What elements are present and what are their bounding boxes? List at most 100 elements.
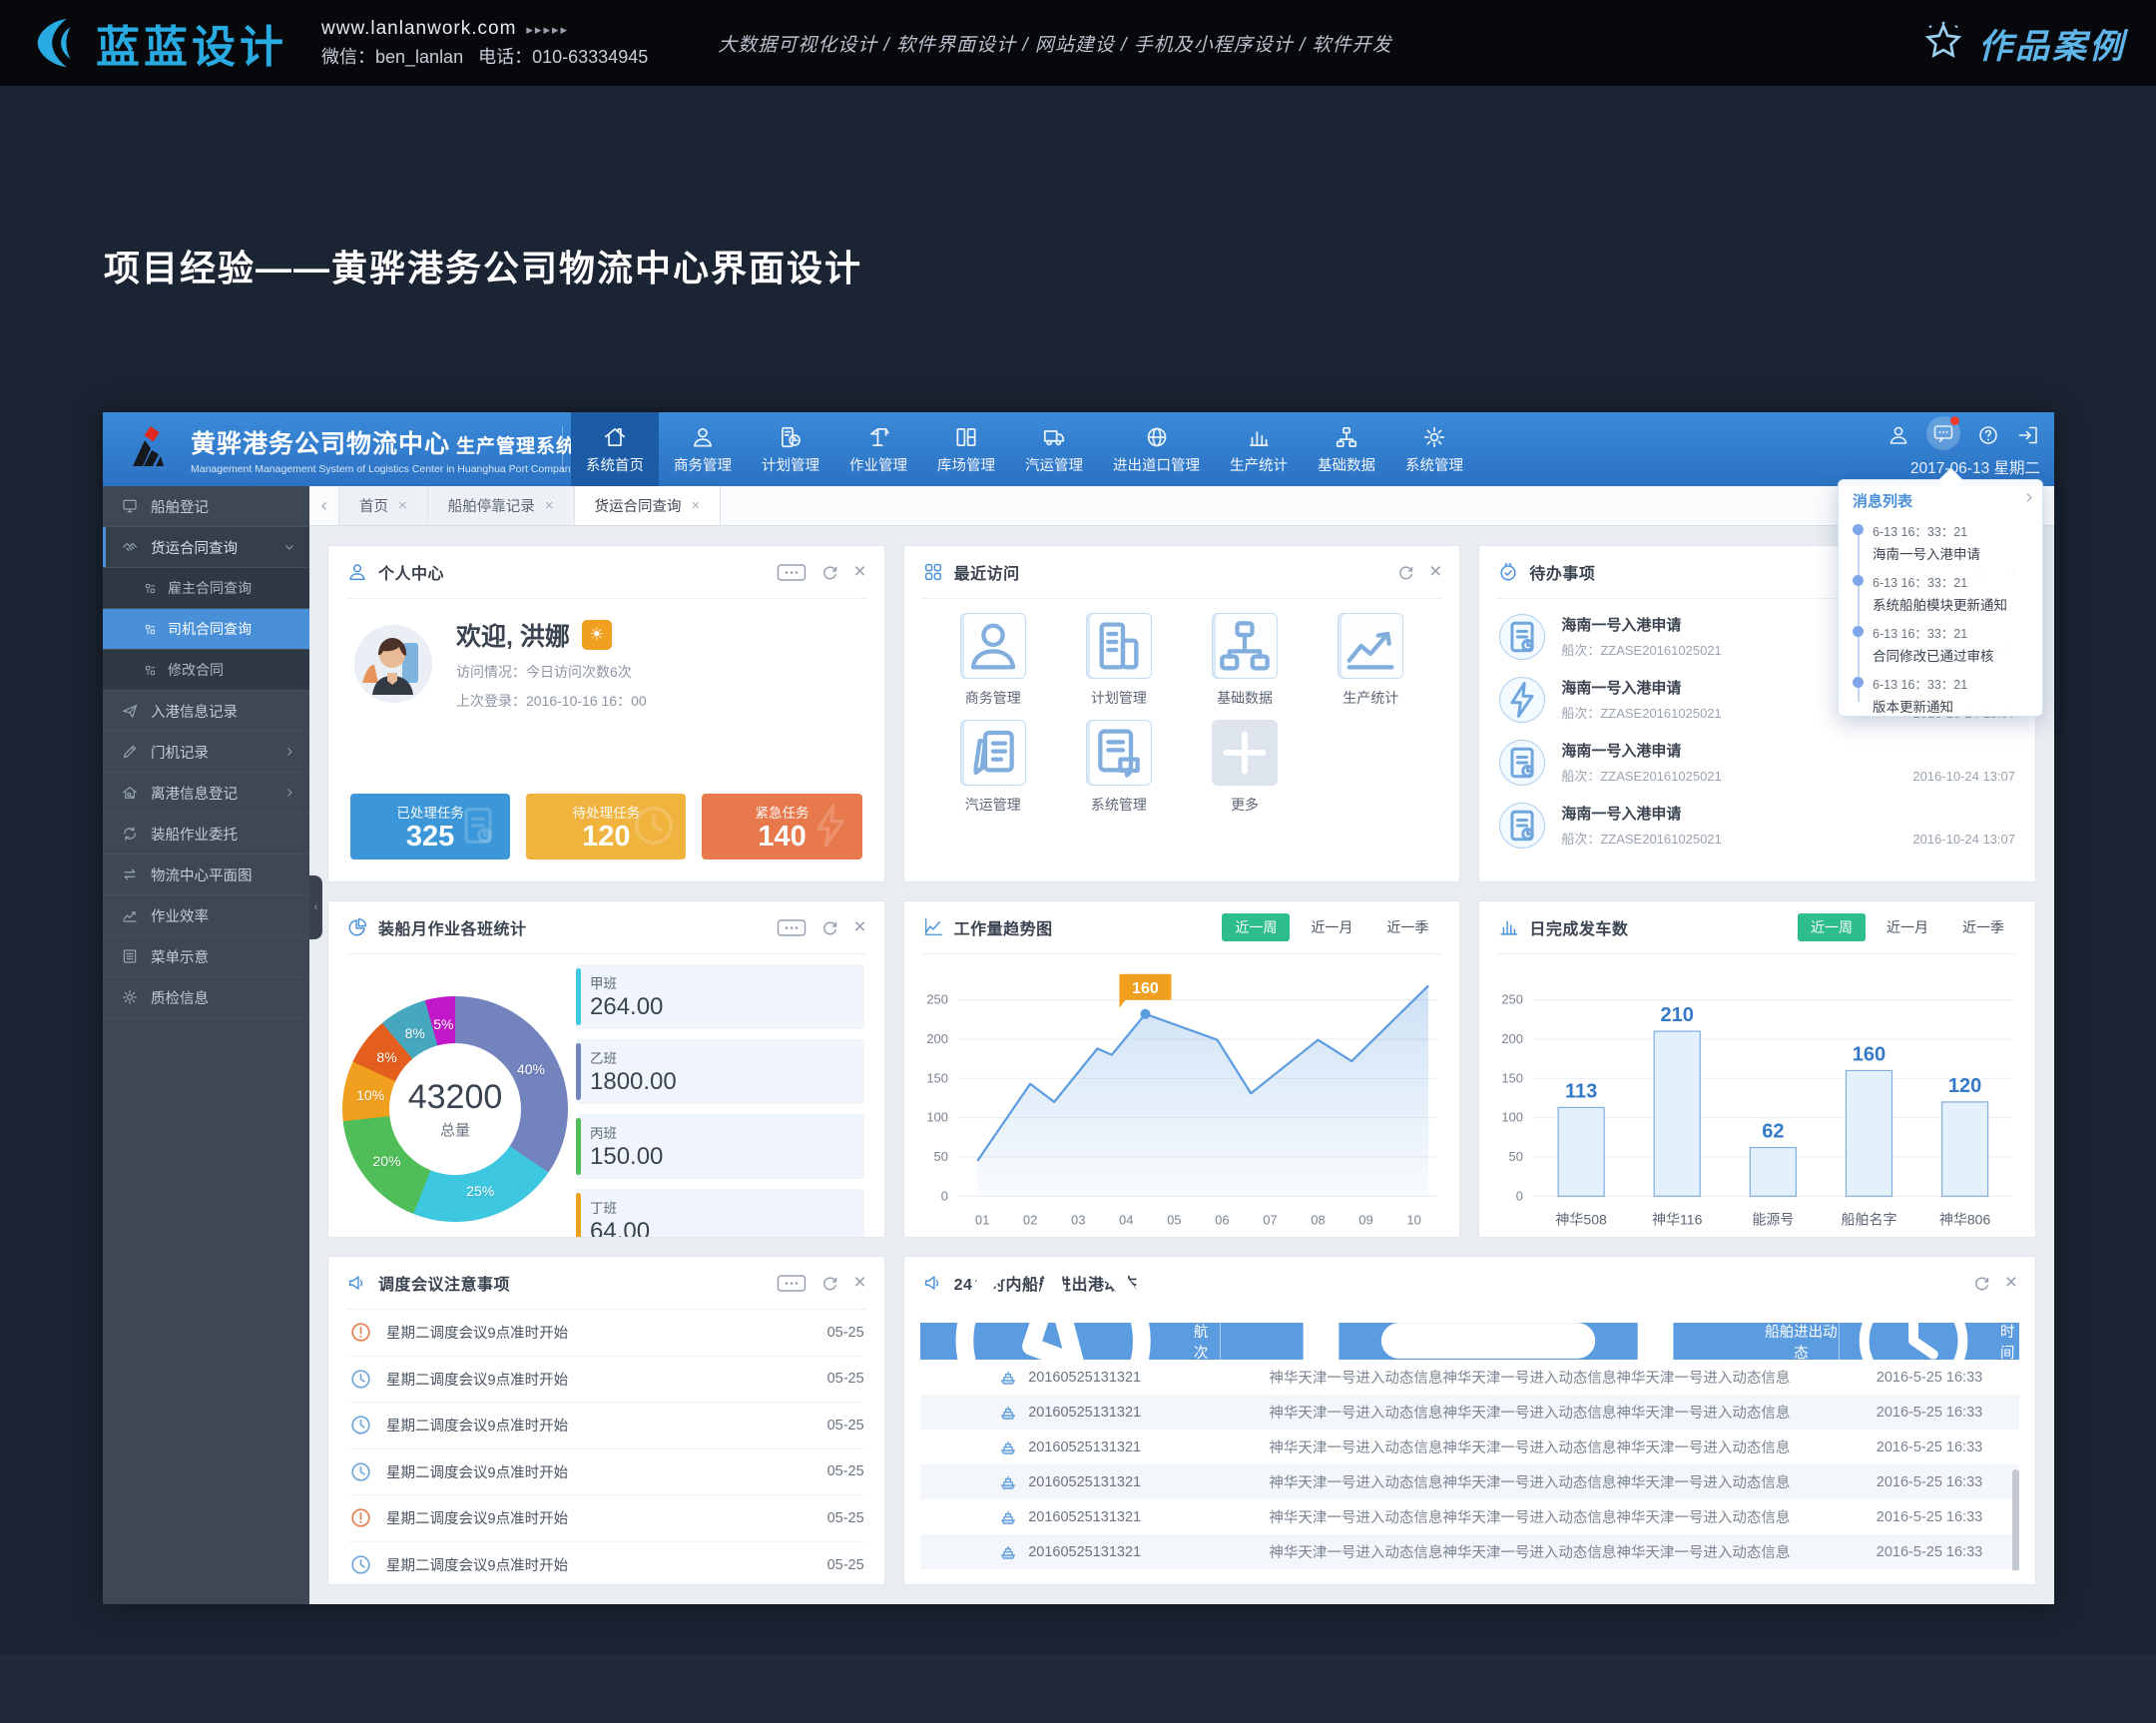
nav-item-基础数据[interactable]: 基础数据 xyxy=(1303,412,1390,486)
table-row[interactable]: 20160525131321神华天津一号进入动态信息神华天津一号进入动态信息神华… xyxy=(920,1569,2019,1570)
alert-icon xyxy=(348,1505,373,1530)
departures-filter-近一周[interactable]: 近一周 xyxy=(1798,913,1866,941)
nav-item-库场管理[interactable]: 库场管理 xyxy=(922,412,1010,486)
tab-货运合同查询[interactable]: 货运合同查询× xyxy=(575,486,722,525)
departures-filter-近一季[interactable]: 近一季 xyxy=(1949,913,2017,941)
stat-tile-紧急任务[interactable]: 紧急任务140 xyxy=(702,794,861,860)
tab-首页[interactable]: 首页× xyxy=(339,486,428,525)
docIcon-icon xyxy=(1499,740,1545,786)
table-row[interactable]: 20160525131321神华天津一号进入动态信息神华天津一号进入动态信息神华… xyxy=(920,1464,2019,1499)
departures-filter-近一月[interactable]: 近一月 xyxy=(1874,913,1941,941)
nav-item-生产统计[interactable]: 生产统计 xyxy=(1215,412,1303,486)
sidebar-item-装船作业委托[interactable]: 装船作业委托 xyxy=(103,814,309,855)
help-icon[interactable] xyxy=(1976,423,2000,447)
tab-close-icon[interactable]: × xyxy=(545,497,554,514)
quick-item-计划管理[interactable]: 计划管理 xyxy=(1056,613,1182,708)
nav-item-系统管理[interactable]: 系统管理 xyxy=(1390,412,1478,486)
sidebar-item-雇主合同查询[interactable]: 雇主合同查询 xyxy=(103,568,309,609)
quick-item-汽运管理[interactable]: 汽运管理 xyxy=(930,720,1056,815)
dashboard: 黄骅港务公司物流中心生产管理系统 Management Management S… xyxy=(103,412,2054,1604)
todo-item[interactable]: 海南一号入港申请船次：ZZASE201610250212016-10-24 13… xyxy=(1499,731,2015,794)
more-icon[interactable] xyxy=(777,918,807,937)
close-icon[interactable]: × xyxy=(853,1271,865,1295)
tab-close-icon[interactable]: × xyxy=(692,497,701,514)
nav-item-汽运管理[interactable]: 汽运管理 xyxy=(1010,412,1098,486)
quick-item-生产统计[interactable]: 生产统计 xyxy=(1308,613,1433,708)
user-icon[interactable] xyxy=(1886,423,1910,447)
sidebar-item-菜单示意[interactable]: 菜单示意 xyxy=(103,936,309,977)
table-row[interactable]: 20160525131321神华天津一号进入动态信息神华天津一号进入动态信息神华… xyxy=(920,1430,2019,1464)
message-item[interactable]: 6-13 16：33：21版本更新通知 xyxy=(1853,674,2042,716)
refresh-icon[interactable] xyxy=(1396,563,1415,582)
meeting-item[interactable]: 星期二调度会议9点准时开始05-25 xyxy=(348,1449,864,1496)
sidebar-item-物流中心平面图[interactable]: 物流中心平面图 xyxy=(103,855,309,895)
table-scrollbar[interactable] xyxy=(2012,1469,2019,1570)
tab-scroll-left-icon[interactable] xyxy=(309,486,339,525)
nav-item-商务管理[interactable]: 商务管理 xyxy=(659,412,747,486)
todo-item[interactable]: 海南一号入港申请船次：ZZASE201610250212016-10-24 13… xyxy=(1499,794,2015,857)
quick-item-基础数据[interactable]: 基础数据 xyxy=(1182,613,1308,708)
nav-item-作业管理[interactable]: 作业管理 xyxy=(834,412,922,486)
weather-sun-icon: ☀ xyxy=(582,620,612,650)
tab-船舶停靠记录[interactable]: 船舶停靠记录× xyxy=(428,486,575,525)
svg-text:船舶名字: 船舶名字 xyxy=(1842,1211,1897,1227)
svg-text:10: 10 xyxy=(1406,1212,1420,1227)
svg-text:01: 01 xyxy=(975,1212,989,1227)
logout-icon[interactable] xyxy=(2016,423,2040,447)
sidebar-item-门机记录[interactable]: 门机记录 xyxy=(103,732,309,773)
nav-item-系统首页[interactable]: 系统首页 xyxy=(571,412,659,486)
refresh-icon[interactable] xyxy=(820,563,839,582)
svg-text:160: 160 xyxy=(1853,1043,1886,1065)
more-icon[interactable] xyxy=(777,1274,807,1293)
meeting-item[interactable]: 星期二调度会议9点准时开始05-25 xyxy=(348,1310,864,1357)
close-icon[interactable]: × xyxy=(853,915,865,939)
workload-filter-近一周[interactable]: 近一周 xyxy=(1222,913,1290,941)
refresh2-icon xyxy=(121,825,139,843)
close-icon[interactable]: × xyxy=(853,560,865,584)
card-meeting: 调度会议注意事项 × 星期二调度会议9点准时开始05-25星期二调度会议9点准时… xyxy=(327,1256,885,1585)
chevron-right-icon[interactable] xyxy=(2023,492,2034,503)
refresh-icon[interactable] xyxy=(820,918,839,937)
table-row[interactable]: 20160525131321神华天津一号进入动态信息神华天津一号进入动态信息神华… xyxy=(920,1360,2019,1395)
stat-tile-已处理任务[interactable]: 已处理任务325 xyxy=(350,794,510,860)
sidebar-item-作业效率[interactable]: 作业效率 xyxy=(103,895,309,936)
stat-tile-待处理任务[interactable]: 待处理任务120 xyxy=(526,794,686,860)
table-row[interactable]: 20160525131321神华天津一号进入动态信息神华天津一号进入动态信息神华… xyxy=(920,1395,2019,1430)
sidebar-item-修改合同[interactable]: 修改合同 xyxy=(103,650,309,691)
sidebar-item-货运合同查询[interactable]: 货运合同查询 xyxy=(103,527,309,568)
meeting-item[interactable]: 星期二调度会议9点准时开始05-25 xyxy=(348,1495,864,1542)
table-row[interactable]: 20160525131321神华天津一号进入动态信息神华天津一号进入动态信息神华… xyxy=(920,1499,2019,1534)
meeting-item[interactable]: 星期二调度会议9点准时开始05-25 xyxy=(348,1403,864,1449)
banner-cases[interactable]: 作品案例 xyxy=(1920,19,2126,68)
workload-filter-近一季[interactable]: 近一季 xyxy=(1373,913,1441,941)
bars-icon xyxy=(1246,424,1272,450)
refresh-icon[interactable] xyxy=(820,1274,839,1293)
table-row[interactable]: 20160525131321神华天津一号进入动态信息神华天津一号进入动态信息神华… xyxy=(920,1534,2019,1569)
sidebar-item-入港信息记录[interactable]: 入港信息记录 xyxy=(103,691,309,732)
chevron-right-icon xyxy=(283,746,295,758)
banner-wechat: 微信：ben_lanlan xyxy=(321,47,463,67)
svg-text:113: 113 xyxy=(1565,1080,1597,1102)
quick-item-更多[interactable]: 更多 xyxy=(1182,720,1308,815)
nav-item-进出道口管理[interactable]: 进出道口管理 xyxy=(1098,412,1215,486)
sidebar-item-司机合同查询[interactable]: 司机合同查询 xyxy=(103,609,309,650)
welcome-text: 欢迎, 洪娜 xyxy=(456,617,570,653)
sidebar-item-质检信息[interactable]: 质检信息 xyxy=(103,977,309,1018)
message-item[interactable]: 6-13 16：33：21海南一号入港申请 xyxy=(1853,521,2042,563)
sidebar-item-船舶登记[interactable]: 船舶登记 xyxy=(103,486,309,527)
meeting-item[interactable]: 星期二调度会议9点准时开始05-25 xyxy=(348,1357,864,1404)
banner-url[interactable]: www.lanlanwork.com xyxy=(321,18,516,39)
nav-item-计划管理[interactable]: 计划管理 xyxy=(747,412,834,486)
tab-close-icon[interactable]: × xyxy=(398,497,407,514)
quick-item-系统管理[interactable]: 系统管理 xyxy=(1056,720,1182,815)
quick-item-商务管理[interactable]: 商务管理 xyxy=(930,613,1056,708)
brand-suffix: 生产管理系统 xyxy=(456,436,576,457)
more-icon[interactable] xyxy=(777,563,807,582)
message-item[interactable]: 6-13 16：33：21合同修改已通过审核 xyxy=(1853,623,2042,665)
close-icon[interactable]: × xyxy=(1429,560,1441,584)
message-item[interactable]: 6-13 16：33：21系统船舶模块更新通知 xyxy=(1853,572,2042,614)
sidebar-item-离港信息登记[interactable]: 离港信息登记 xyxy=(103,773,309,814)
message-icon[interactable] xyxy=(1926,416,1960,450)
meeting-item[interactable]: 星期二调度会议9点准时开始05-25 xyxy=(348,1542,864,1586)
workload-filter-近一月[interactable]: 近一月 xyxy=(1298,913,1365,941)
